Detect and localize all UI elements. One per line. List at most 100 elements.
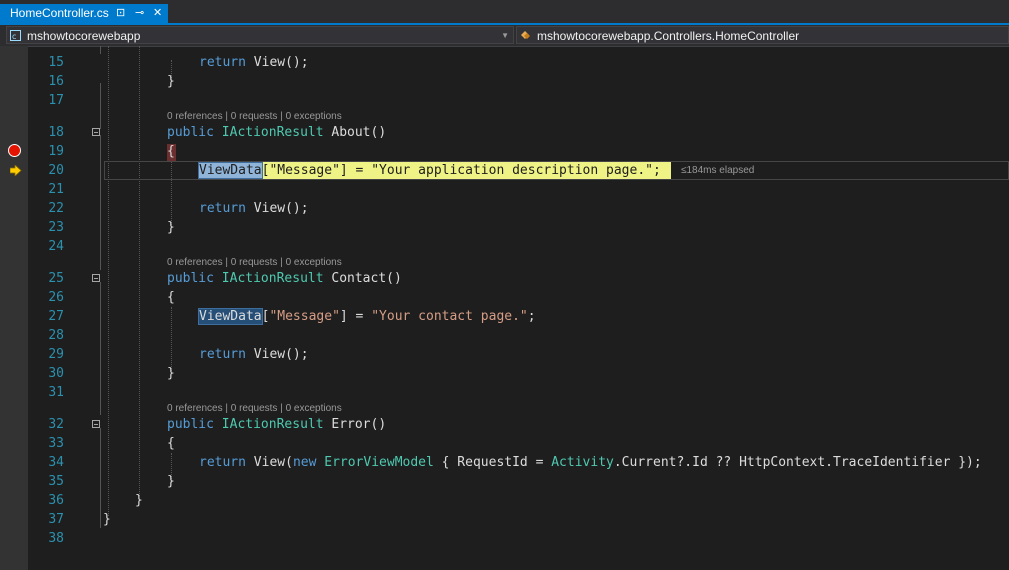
code-line-20: ViewData["Message"] = "Your application … [198,161,661,180]
keyword-public: public [167,271,214,286]
line-number: 31 [48,385,64,400]
line-number: 23 [48,220,64,235]
keyword-public: public [167,417,214,432]
type-iactionresult: IActionResult [221,417,324,432]
code-line-25: public IActionResult Contact() [167,269,402,288]
collapse-icon[interactable] [92,420,100,428]
code-line-16: } [167,74,175,89]
outline-line [100,135,101,270]
line-number: 15 [48,55,64,70]
tab-homecontroller[interactable]: HomeController.cs ⊡ ⊸ ✕ [0,4,168,23]
line-number: 22 [48,201,64,216]
line-number: 34 [48,455,64,470]
line-number: 17 [48,93,64,108]
code-text: ] = [339,309,372,324]
outline-line [100,46,101,54]
line-number: 19 [48,144,64,159]
line-number: 37 [48,512,64,527]
indent-guide [171,307,172,371]
svg-text:c: c [12,32,16,41]
line-number: 26 [48,290,64,305]
code-line-15: return View(); [199,53,309,72]
keyword-new: new [292,455,317,470]
line-number: 30 [48,366,64,381]
line-number: 18 [48,125,64,140]
project-dropdown[interactable]: c mshowtocorewebapp ▼ [6,26,514,44]
method-error: Error() [323,417,387,432]
line-number: 16 [48,74,64,89]
execution-arrow-icon[interactable] [10,165,22,176]
code-text: View(); [245,201,309,216]
code-text: ; [652,163,661,178]
code-line-29: return View(); [199,345,309,364]
code-text: View(); [245,347,309,362]
line-number: 32 [48,417,64,432]
line-number: 28 [48,328,64,343]
outline-line [100,428,101,528]
code-text: { RequestId = [433,455,552,470]
line-number: 29 [48,347,64,362]
tab-float-icon[interactable]: ⊸ [135,4,144,23]
indicator-margin[interactable] [0,46,28,570]
code-line-34: return View(new ErrorViewModel { Request… [199,453,982,472]
viewdata-reference: ViewData [198,308,263,325]
type-iactionresult: IActionResult [221,271,324,286]
line-number: 27 [48,309,64,324]
line-number: 36 [48,493,64,508]
viewdata-reference: ViewData [198,162,263,179]
breakpoint-icon[interactable] [8,144,21,157]
code-line-35: } [167,474,175,489]
code-line-37: } [103,512,111,527]
navigation-bar: c mshowtocorewebapp ▼ mshowtocorewebapp.… [0,25,1009,47]
perf-tip[interactable]: ≤184ms elapsed [681,165,754,176]
code-line-36: } [135,493,143,508]
type-iactionresult: IActionResult [221,125,324,140]
keyword-return: return [199,455,246,470]
code-line-22: return View(); [199,199,309,218]
keyword-return: return [199,347,246,362]
code-line-32: public IActionResult Error() [167,415,386,434]
line-number: 24 [48,239,64,254]
tab-pin-icon[interactable]: ⊡ [116,4,125,23]
code-text: ; [527,309,536,324]
outline-line [100,282,101,415]
string-contact: "Your contact page." [371,309,528,324]
method-about: About() [323,125,387,140]
code-editor[interactable]: 15 16 17 18 19 20 21 22 23 24 25 26 27 2… [0,46,1009,570]
codelens-about[interactable]: 0 references | 0 requests | 0 exceptions [167,111,342,123]
code-line-26: { [167,290,175,305]
line-number: 20 [48,163,64,178]
collapse-icon[interactable] [92,274,100,282]
line-number: 35 [48,474,64,489]
project-label: mshowtocorewebapp [27,29,141,43]
tab-title: HomeController.cs [10,6,109,20]
codelens-error[interactable]: 0 references | 0 requests | 0 exceptions [167,403,342,415]
indent-guide [108,46,109,516]
code-line-30: } [167,366,175,381]
string-message: "Message" [269,163,340,178]
csharp-project-icon: c [10,30,21,41]
class-path-label: mshowtocorewebapp.Controllers.HomeContro… [537,29,800,43]
class-dropdown[interactable]: mshowtocorewebapp.Controllers.HomeContro… [516,26,1009,44]
codelens-contact[interactable]: 0 references | 0 requests | 0 exceptions [167,257,342,269]
line-number: 25 [48,271,64,286]
code-line-27: ViewData["Message"] = "Your contact page… [198,307,536,326]
code-line-33: { [167,436,175,451]
line-number: 38 [48,531,64,546]
string-about: "Your application description page." [371,163,653,178]
tab-close-icon[interactable]: ✕ [153,4,162,23]
keyword-return: return [199,201,246,216]
code-line-19: { [167,144,175,159]
method-contact: Contact() [323,271,402,286]
code-text: View( [245,455,293,470]
code-text: ] = [339,163,372,178]
document-tab-bar: HomeController.cs ⊡ ⊸ ✕ [0,0,1009,25]
code-text: .Current?.Id ?? HttpContext.TraceIdentif… [613,455,982,470]
code-line-18: public IActionResult About() [167,123,386,142]
indent-guide [139,46,140,496]
string-message: "Message" [269,309,340,324]
outline-line [100,83,101,129]
collapse-icon[interactable] [92,128,100,136]
code-text: View(); [245,55,309,70]
keyword-public: public [167,125,214,140]
